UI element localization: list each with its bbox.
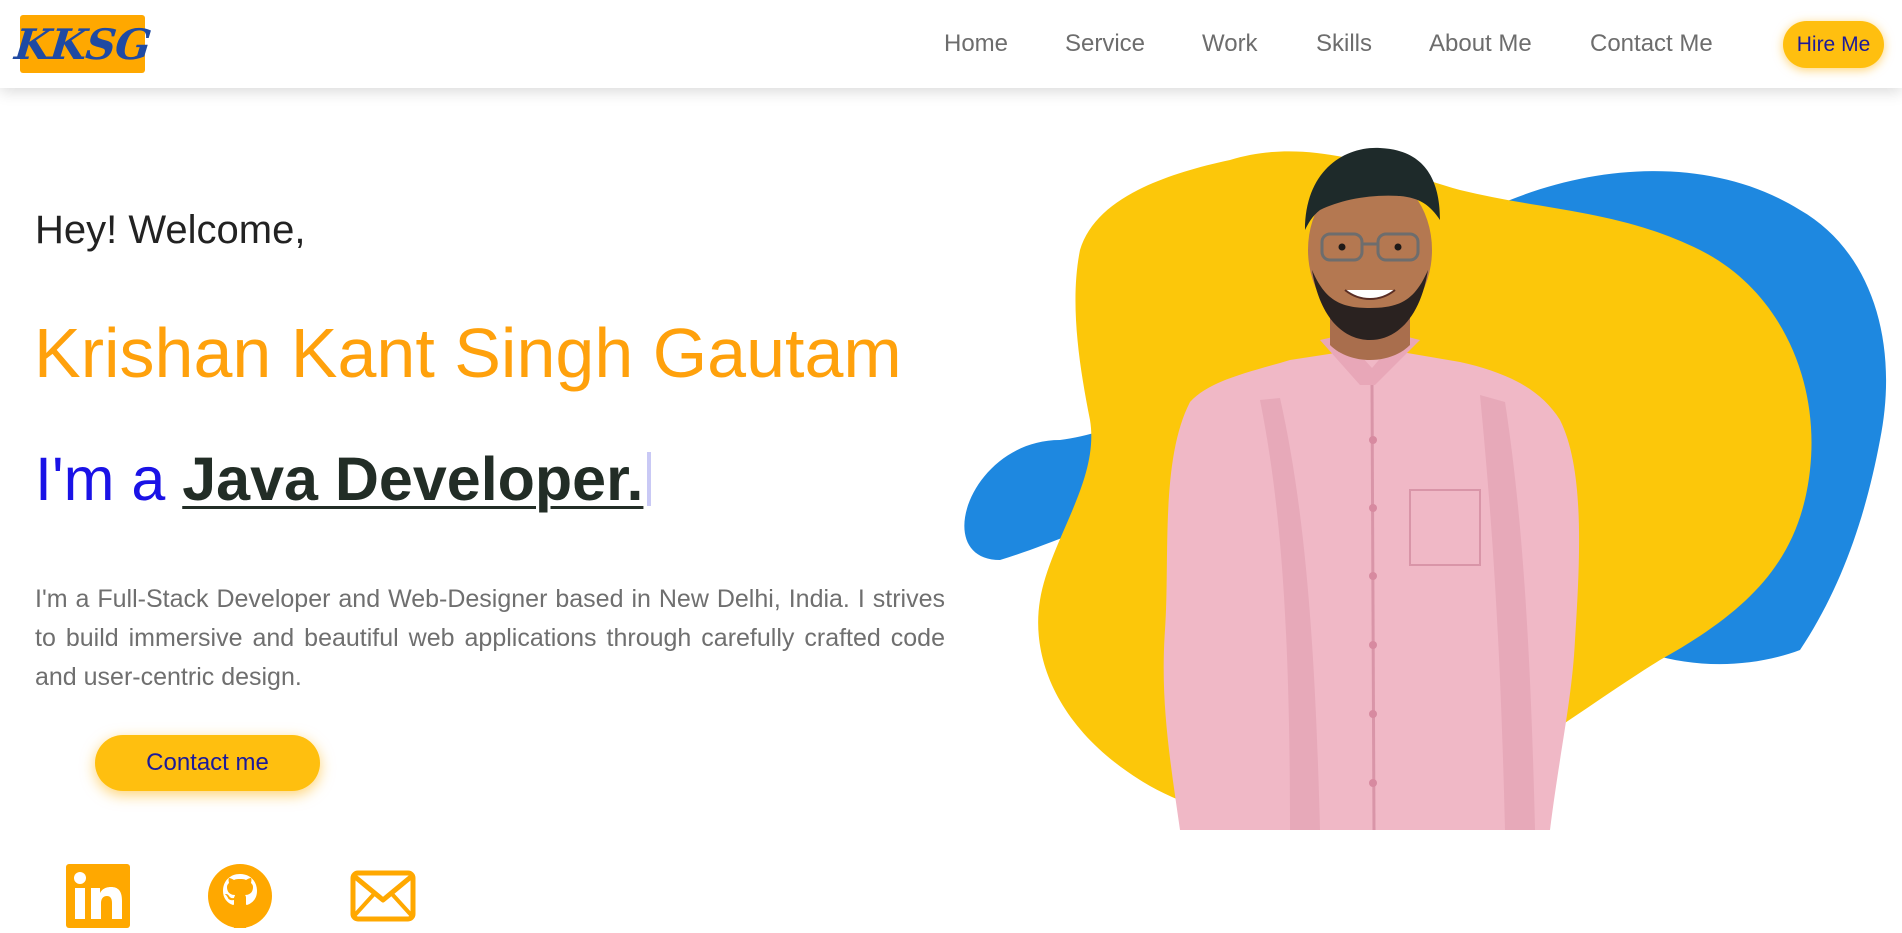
hero-portrait — [960, 140, 1902, 831]
nav-link-home[interactable]: Home — [944, 30, 1008, 58]
nav-link-contact-me[interactable]: Contact Me — [1590, 30, 1713, 58]
site-logo[interactable]: KKSG — [12, 15, 153, 73]
hire-me-button[interactable]: Hire Me — [1783, 21, 1884, 68]
hero-name: Krishan Kant Singh Gautam — [34, 314, 902, 392]
role-prefix: I'm a — [35, 445, 166, 513]
navbar: KKSG Home Service Work Skills About Me C… — [0, 0, 1902, 88]
logo-text: KKSG — [12, 19, 153, 69]
nav-link-service[interactable]: Service — [1065, 30, 1145, 58]
typing-cursor — [647, 452, 652, 506]
hero-role: I'm a Java Developer. — [35, 444, 652, 514]
greeting-text: Hey! Welcome, — [35, 208, 306, 252]
nav-link-work[interactable]: Work — [1202, 30, 1258, 58]
hero-intro: Hey! Welcome, Krishan Kant Singh Gautam … — [0, 0, 960, 928]
github-icon[interactable] — [208, 864, 272, 933]
nav-link-about-me[interactable]: About Me — [1429, 30, 1532, 58]
nav-link-skills[interactable]: Skills — [1316, 30, 1372, 58]
role-typed-text: Java Developer. — [182, 445, 644, 513]
portrait-illustration — [964, 147, 1887, 831]
linkedin-icon[interactable] — [66, 864, 130, 933]
hero-bio: I'm a Full-Stack Developer and Web-Desig… — [35, 585, 945, 691]
contact-me-button[interactable]: Contact me — [95, 735, 320, 791]
mail-icon[interactable] — [350, 870, 416, 927]
